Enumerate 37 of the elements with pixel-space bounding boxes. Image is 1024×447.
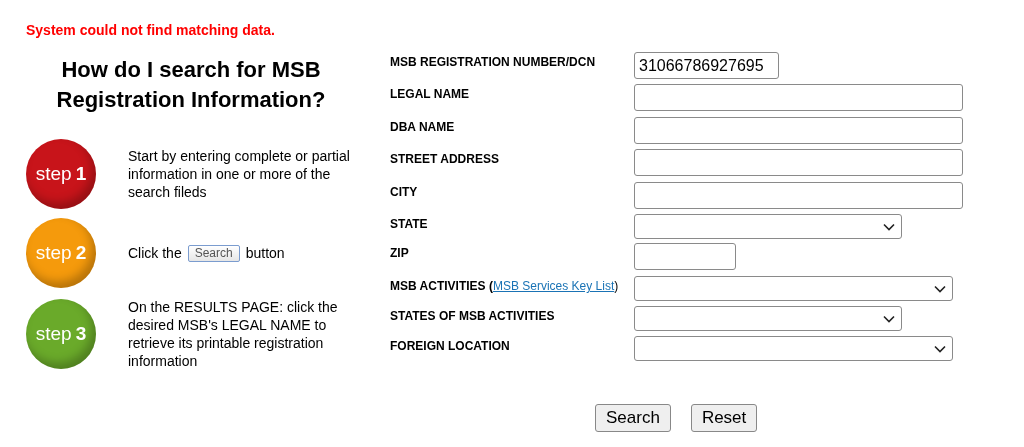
step-text: button [245, 244, 285, 262]
field-label: DBA NAME [390, 119, 456, 136]
step-text: Click the [128, 244, 182, 262]
field-label: FOREIGN LOCATION [390, 338, 511, 355]
chevron-down-icon [934, 284, 946, 293]
step-text: Start by entering complete or partial information in one or more of the search fileds [128, 147, 351, 201]
text-field[interactable] [634, 182, 963, 209]
step-text: On the RESULTS PAGE: click the desired MSB's LEGAL NAME to retrieve its printable registration information [128, 298, 339, 370]
dropdown[interactable] [634, 276, 953, 301]
chevron-down-icon [883, 314, 895, 323]
text-field[interactable] [634, 84, 963, 111]
dropdown[interactable] [634, 214, 902, 239]
closing-parenthesis: ) [614, 278, 619, 295]
field-label: LEGAL NAME [390, 86, 471, 103]
text-field[interactable] [634, 243, 736, 270]
step-badge: step 2 [26, 218, 96, 288]
field-label: STATES OF MSB ACTIVITIES [390, 308, 556, 325]
text-field[interactable] [634, 117, 963, 144]
field-label: ZIP [390, 245, 410, 262]
heading: How do I search for MSB Registration Information? [55, 56, 327, 114]
field-label: MSB ACTIVITIES ( [390, 278, 493, 295]
field-label: CITY [390, 184, 419, 201]
dropdown[interactable] [634, 306, 902, 331]
field-label: MSB REGISTRATION NUMBER/DCN [390, 54, 597, 71]
dropdown[interactable] [634, 336, 953, 361]
error-message: System could not find matching data. [26, 21, 275, 40]
step-badge: step 3 [26, 299, 96, 369]
field-label: STREET ADDRESS [390, 151, 500, 168]
text-field[interactable] [634, 149, 963, 176]
search-button[interactable]: Search [595, 404, 671, 432]
chevron-down-icon [934, 344, 946, 353]
reset-button[interactable]: Reset [690, 404, 758, 432]
chevron-down-icon [883, 222, 895, 231]
search-button-image: Search [187, 244, 240, 262]
field-label: STATE [390, 216, 429, 233]
step-badge: step 1 [26, 139, 96, 209]
text-field[interactable]: 31066786927695 [634, 52, 779, 79]
